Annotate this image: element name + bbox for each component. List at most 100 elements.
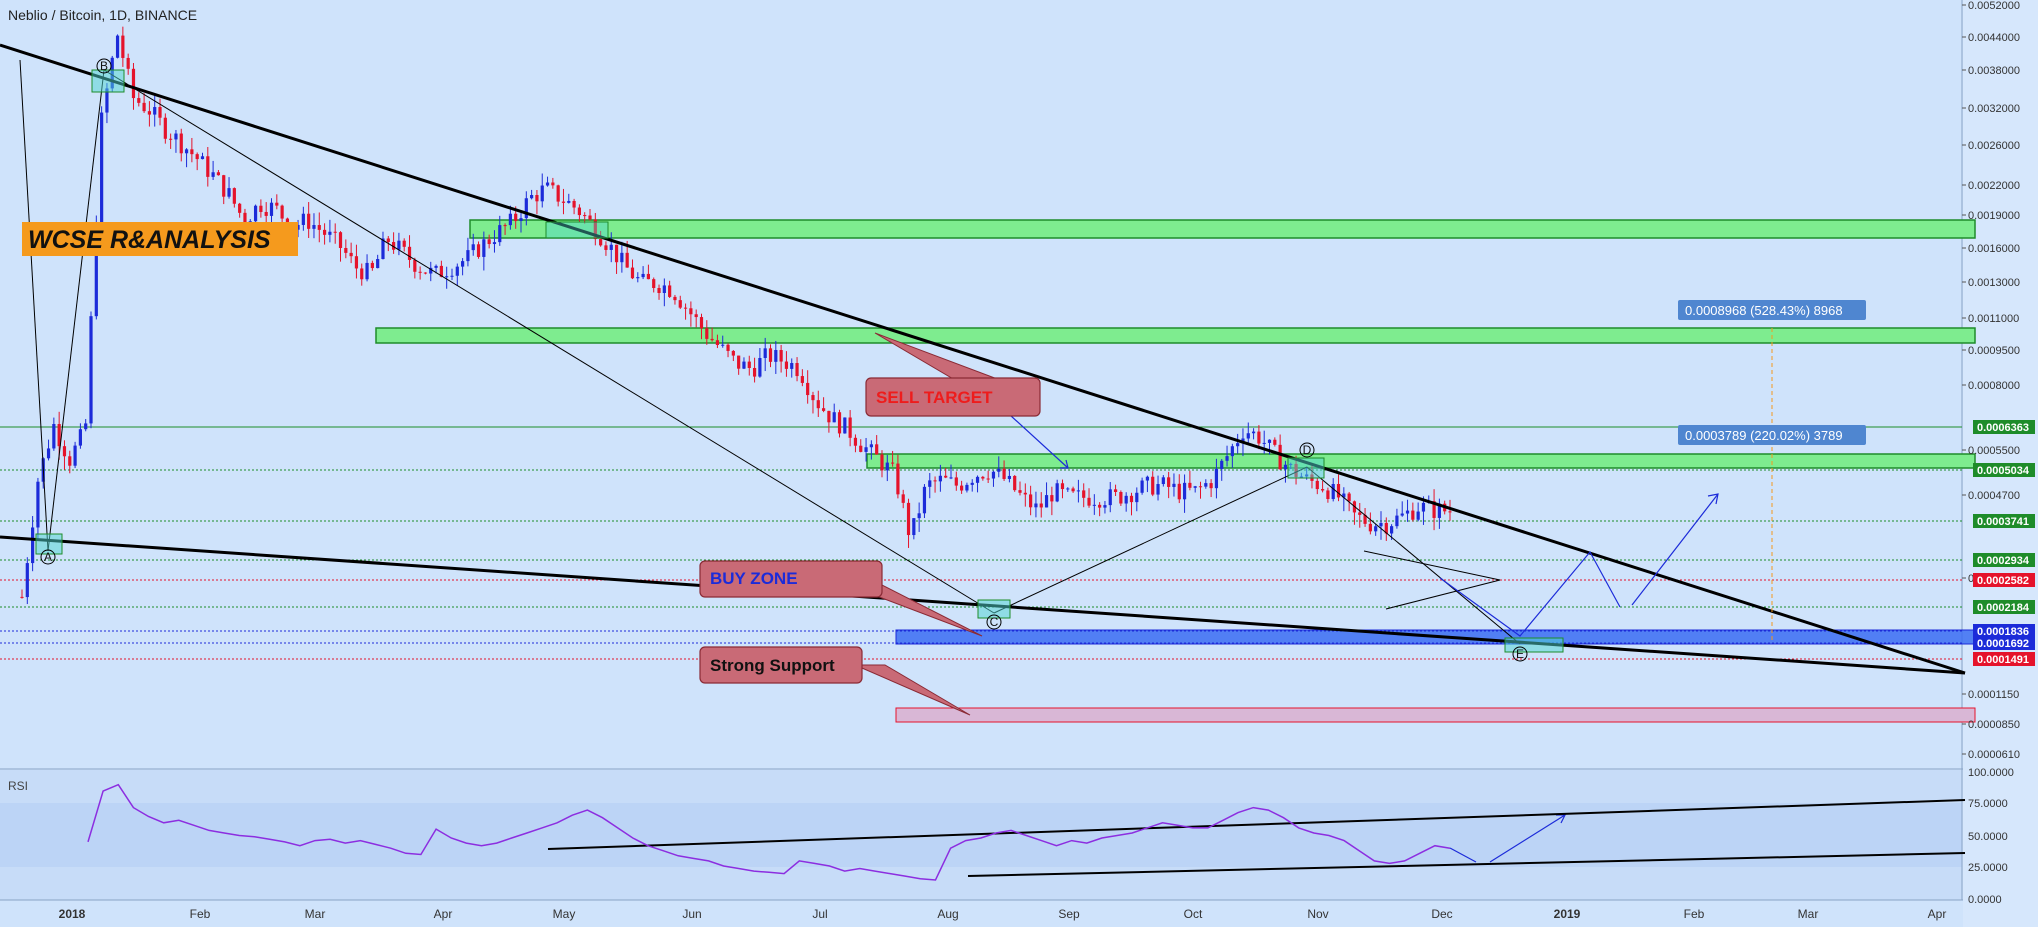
rsi-tick-label: 75.0000 xyxy=(1968,798,2008,810)
candle-body xyxy=(1214,468,1219,489)
candle-body xyxy=(1198,486,1203,488)
candle-body xyxy=(896,463,900,495)
candle-body xyxy=(211,172,215,177)
candle-body xyxy=(906,502,911,536)
candle-body xyxy=(1023,492,1027,495)
price-tick-label: 0.0005500 xyxy=(1968,445,2020,457)
candle-body xyxy=(354,256,359,269)
candle-body xyxy=(997,468,1001,472)
pink-support-zone[interactable] xyxy=(895,707,1976,723)
candle-body xyxy=(1156,484,1160,495)
symbol-title: Neblio / Bitcoin, 1D, BINANCE xyxy=(8,7,197,23)
candle-body xyxy=(1050,495,1054,502)
green-zone-top[interactable] xyxy=(469,219,1976,239)
candle-body xyxy=(1103,505,1107,508)
price-tick-label: 0.0000850 xyxy=(1968,719,2020,731)
price-tick-label: 0.0052000 xyxy=(1968,0,2020,12)
pivot-box-may[interactable] xyxy=(545,221,609,239)
candle-body xyxy=(1060,483,1065,490)
candle-body xyxy=(100,112,104,228)
candle-body xyxy=(1421,502,1426,512)
candle-body xyxy=(1390,526,1394,534)
candle-body xyxy=(652,279,656,289)
candle-body xyxy=(1225,456,1229,461)
pivot-box-d[interactable] xyxy=(1287,457,1325,479)
candle-body xyxy=(991,471,996,479)
candle-body xyxy=(657,288,661,294)
candle-body xyxy=(1029,494,1033,508)
time-tick-label: Sep xyxy=(1058,907,1080,921)
candle-body xyxy=(588,215,592,220)
candle-body xyxy=(317,225,321,230)
green-zone-mid[interactable] xyxy=(375,327,1976,344)
candle-body xyxy=(163,117,167,139)
brand-label-text: WCSE R&ANALYSIS xyxy=(28,226,271,254)
candle-body xyxy=(1039,503,1043,508)
candle-body xyxy=(73,445,77,466)
candle-body xyxy=(25,563,29,598)
chart-canvas[interactable]: A B C D E SELL TARGET BUY ZONE Strong Su… xyxy=(0,0,2038,927)
candle-body xyxy=(742,361,746,369)
price-tick-label: 0.0004700 xyxy=(1968,490,2020,502)
candle-body xyxy=(779,350,783,362)
pivot-box-e[interactable] xyxy=(1504,637,1564,653)
candle-body xyxy=(1193,486,1197,488)
candle-body xyxy=(413,259,417,272)
candle-body xyxy=(450,275,454,277)
candle-body xyxy=(837,412,842,434)
candle-body xyxy=(1177,483,1181,500)
time-tick-label: 2019 xyxy=(1554,907,1581,921)
candle-body xyxy=(922,486,927,514)
time-tick-label: Nov xyxy=(1307,907,1328,921)
pivot-label-c: C xyxy=(990,615,999,629)
candle-body xyxy=(1119,491,1123,504)
candle-body xyxy=(705,328,709,339)
price-tick-label: 0.0000610 xyxy=(1968,749,2020,761)
candle-body xyxy=(445,276,449,278)
candle-body xyxy=(333,231,337,233)
buy-zone-label: BUY ZONE xyxy=(710,569,798,588)
candle-body xyxy=(545,182,550,186)
candle-body xyxy=(307,213,311,229)
pivot-label-e: E xyxy=(1516,647,1524,661)
candle-body xyxy=(20,596,24,598)
candle-body xyxy=(726,344,730,351)
candle-body xyxy=(519,218,523,222)
candle-body xyxy=(434,265,438,268)
candle-body xyxy=(142,102,146,112)
price-tick-label: 0.0019000 xyxy=(1968,210,2020,222)
candle-body xyxy=(1044,495,1049,508)
candle-body xyxy=(1034,503,1038,508)
price-tick-label: 0.0008000 xyxy=(1968,380,2020,392)
pivot-box-b[interactable] xyxy=(91,69,125,93)
candle-body xyxy=(62,446,67,457)
price-tick-label: 0.0013000 xyxy=(1968,277,2020,289)
candle-body xyxy=(1374,526,1378,532)
candle-body xyxy=(1167,477,1171,487)
candle-body xyxy=(1379,522,1383,527)
time-tick-label: Feb xyxy=(190,907,211,921)
time-axis: 2018 Feb Mar Apr May Jun Jul Aug Sep Oct Nov Dec 201… xyxy=(59,907,1947,921)
candle-body xyxy=(184,149,189,154)
candle-body xyxy=(864,447,868,452)
candle-body xyxy=(402,240,406,247)
candle-body xyxy=(933,480,937,482)
green-zone-low[interactable] xyxy=(866,453,1976,469)
candle-body xyxy=(758,358,762,377)
candle-body xyxy=(1082,490,1086,498)
candle-body xyxy=(280,205,284,219)
candle-body xyxy=(1278,444,1282,470)
candle-body xyxy=(190,149,194,155)
candle-body xyxy=(36,481,40,528)
candle-body xyxy=(1129,495,1134,503)
candle-body xyxy=(508,213,512,226)
candle-body xyxy=(115,35,120,58)
candle-body xyxy=(715,340,720,345)
candle-body xyxy=(949,477,953,479)
price-tick-label: 0.0009500 xyxy=(1968,345,2020,357)
candle-body xyxy=(89,316,93,424)
candle-body xyxy=(1113,489,1118,492)
candle-body xyxy=(1140,480,1144,493)
candle-body xyxy=(710,338,714,341)
candle-body xyxy=(301,213,305,225)
